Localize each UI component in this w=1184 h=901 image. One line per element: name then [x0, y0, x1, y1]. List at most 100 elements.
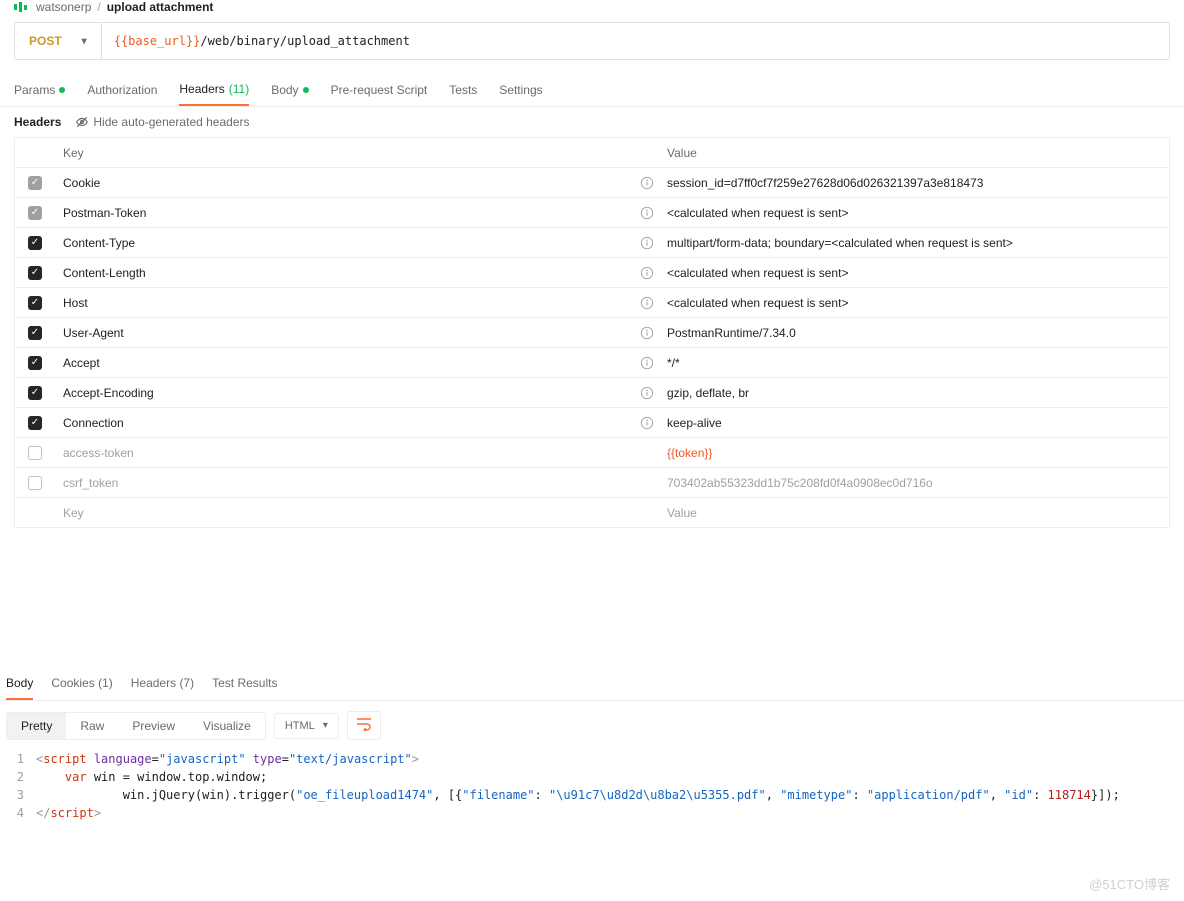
info-icon[interactable] — [635, 236, 659, 250]
header-key[interactable]: User-Agent — [55, 320, 635, 346]
wrap-icon — [356, 717, 372, 731]
info-icon[interactable] — [635, 416, 659, 430]
header-value[interactable]: 703402ab55323dd1b75c208fd0f4a0908ec0d716… — [659, 470, 1169, 496]
header-key[interactable]: Accept — [55, 350, 635, 376]
line-number: 3 — [6, 786, 24, 804]
table-row[interactable]: ✓ Accept-Encoding gzip, deflate, br — [15, 377, 1169, 407]
tab-prerequest[interactable]: Pre-request Script — [331, 74, 428, 106]
active-dot-icon — [59, 87, 65, 93]
table-row[interactable]: ✓ Postman-Token <calculated when request i… — [15, 197, 1169, 227]
header-value[interactable]: keep-alive — [659, 410, 1169, 436]
header-value[interactable]: <calculated when request is sent> — [659, 260, 1169, 286]
res-tab-cookies[interactable]: Cookies (1) — [51, 668, 112, 700]
table-row[interactable]: ✓Cookiesession_id=d7ff0cf7f259e27628d06d… — [15, 167, 1169, 197]
header-key[interactable]: Content-Length — [55, 260, 635, 286]
view-visualize[interactable]: Visualize — [189, 713, 265, 739]
tab-params[interactable]: Params — [14, 74, 65, 106]
code-line: 4</script> — [6, 804, 1178, 822]
header-value[interactable]: PostmanRuntime/7.34.0 — [659, 320, 1169, 346]
lang-select[interactable]: HTML ▾ — [274, 713, 339, 739]
checkbox-icon[interactable]: ✓ — [28, 236, 42, 250]
table-row[interactable]: ✓ Content-Length <calculated when request … — [15, 257, 1169, 287]
eye-off-icon — [75, 115, 89, 129]
wrap-lines-button[interactable] — [347, 711, 381, 740]
header-key[interactable]: Accept-Encoding — [55, 380, 635, 406]
checkbox-icon[interactable]: ✓ — [28, 356, 42, 370]
headers-table: Key Value ✓Cookiesession_id=d7ff0cf7f259… — [14, 137, 1170, 528]
headers-subheader: Headers Hide auto-generated headers — [0, 107, 1184, 137]
checkbox-locked-icon: ✓ — [28, 206, 42, 220]
res-tab-body[interactable]: Body — [6, 668, 33, 700]
info-icon[interactable] — [635, 356, 659, 370]
checkbox-icon[interactable] — [28, 476, 42, 490]
header-key[interactable]: access-token — [55, 440, 635, 466]
info-icon[interactable] — [635, 176, 659, 190]
table-row[interactable]: csrf_token 703402ab55323dd1b75c208fd0f4a0… — [15, 467, 1169, 497]
header-key[interactable]: csrf_token — [55, 470, 635, 496]
table-row[interactable]: ✓ Connection keep-alive — [15, 407, 1169, 437]
table-row[interactable]: access-token {{token}} — [15, 437, 1169, 467]
header-key[interactable]: Cookie — [55, 170, 635, 196]
info-icon[interactable] — [635, 266, 659, 280]
url-input[interactable]: {{base_url}}/web/binary/upload_attachmen… — [102, 34, 1169, 48]
method-select[interactable]: POST ▾ — [15, 23, 102, 59]
header-value[interactable]: {{token}} — [659, 440, 1169, 466]
info-icon[interactable] — [635, 386, 659, 400]
header-key[interactable]: Connection — [55, 410, 635, 436]
http-icon — [14, 1, 30, 13]
url-bar: POST ▾ {{base_url}}/web/binary/upload_at… — [14, 22, 1170, 60]
breadcrumb: watsonerp / upload attachment — [0, 0, 1184, 22]
value-input[interactable]: Value — [659, 500, 1169, 526]
header-key[interactable]: Postman-Token — [55, 200, 635, 226]
header-value[interactable]: multipart/form-data; boundary=<calculate… — [659, 230, 1169, 256]
info-icon[interactable] — [635, 326, 659, 340]
header-value[interactable]: <calculated when request is sent> — [659, 200, 1169, 226]
hide-autogen-label: Hide auto-generated headers — [93, 115, 249, 129]
hide-autogen-link[interactable]: Hide auto-generated headers — [75, 115, 249, 129]
view-mode-group: Pretty Raw Preview Visualize — [6, 712, 266, 740]
breadcrumb-workspace[interactable]: watsonerp — [36, 0, 91, 14]
response-tabs: Body Cookies (1) Headers (7) Test Result… — [0, 668, 1184, 701]
tab-authorization[interactable]: Authorization — [87, 74, 157, 106]
line-number: 2 — [6, 768, 24, 786]
table-row[interactable]: ✓ User-Agent PostmanRuntime/7.34.0 — [15, 317, 1169, 347]
tab-body[interactable]: Body — [271, 74, 308, 106]
table-row[interactable]: ✓ Accept */* — [15, 347, 1169, 377]
header-value[interactable]: <calculated when request is sent> — [659, 290, 1169, 316]
url-variable: {{base_url}} — [114, 34, 201, 48]
line-number: 4 — [6, 804, 24, 822]
breadcrumb-current: upload attachment — [107, 0, 214, 14]
table-new-row[interactable]: Key Value — [15, 497, 1169, 527]
header-value[interactable]: session_id=d7ff0cf7f259e27628d06d0263213… — [659, 170, 1169, 196]
info-icon[interactable] — [635, 206, 659, 220]
response-code[interactable]: 1<script language="javascript" type="tex… — [0, 750, 1184, 842]
checkbox-icon[interactable]: ✓ — [28, 296, 42, 310]
checkbox-icon[interactable]: ✓ — [28, 416, 42, 430]
checkbox-icon[interactable] — [28, 446, 42, 460]
info-icon[interactable] — [635, 296, 659, 310]
view-raw[interactable]: Raw — [66, 713, 118, 739]
res-tab-test-results[interactable]: Test Results — [212, 668, 277, 700]
header-value[interactable]: gzip, deflate, br — [659, 380, 1169, 406]
table-row[interactable]: ✓ Host <calculated when request is sent> — [15, 287, 1169, 317]
header-value[interactable]: */* — [659, 350, 1169, 376]
header-key[interactable]: Host — [55, 290, 635, 316]
checkbox-icon[interactable]: ✓ — [28, 266, 42, 280]
tab-settings[interactable]: Settings — [499, 74, 542, 106]
view-pretty[interactable]: Pretty — [7, 713, 66, 739]
header-key[interactable]: Content-Type — [55, 230, 635, 256]
code-line: 3 win.jQuery(win).trigger("oe_fileupload… — [6, 786, 1178, 804]
watermark: @51CTO博客 — [1089, 874, 1170, 893]
response-toolbar: Pretty Raw Preview Visualize HTML ▾ — [0, 701, 1184, 750]
tab-tests[interactable]: Tests — [449, 74, 477, 106]
active-dot-icon — [303, 87, 309, 93]
code-line: 1<script language="javascript" type="tex… — [6, 750, 1178, 768]
checkbox-icon[interactable]: ✓ — [28, 386, 42, 400]
tab-headers[interactable]: Headers (11) — [179, 74, 249, 106]
checkbox-icon[interactable]: ✓ — [28, 326, 42, 340]
table-row[interactable]: ✓ Content-Type multipart/form-data; bounda… — [15, 227, 1169, 257]
key-input[interactable]: Key — [55, 500, 635, 526]
request-tabs: Params Authorization Headers (11) Body P… — [0, 74, 1184, 107]
view-preview[interactable]: Preview — [118, 713, 189, 739]
res-tab-headers[interactable]: Headers (7) — [131, 668, 194, 700]
